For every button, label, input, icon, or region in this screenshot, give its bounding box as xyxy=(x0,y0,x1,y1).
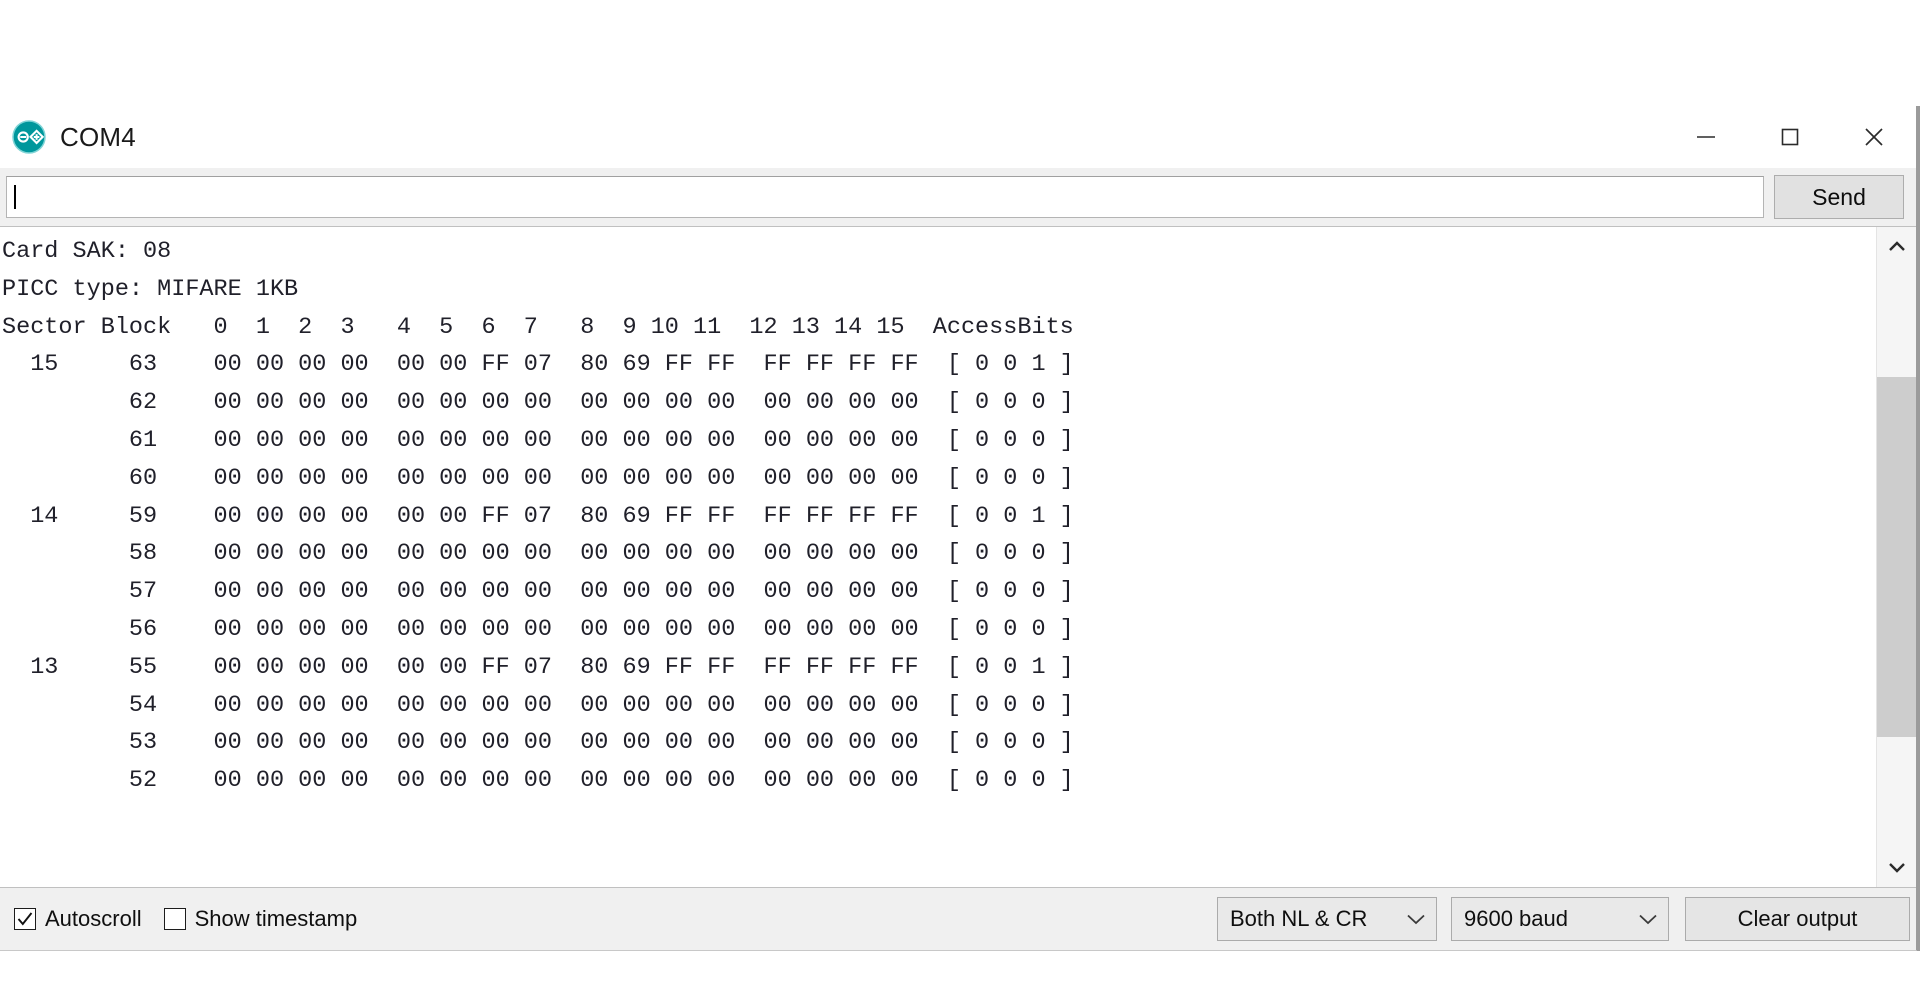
output-line: 61 00 00 00 00 00 00 00 00 00 00 00 00 0… xyxy=(2,426,1074,454)
chevron-down-icon xyxy=(1639,914,1657,925)
scroll-up-button[interactable] xyxy=(1877,227,1916,267)
window-title: COM4 xyxy=(60,121,136,152)
output-line: 14 59 00 00 00 00 00 00 FF 07 80 69 FF F… xyxy=(2,502,1074,530)
line-ending-value: Both NL & CR xyxy=(1230,906,1368,931)
checkmark-icon xyxy=(17,912,33,926)
output-line: 56 00 00 00 00 00 00 00 00 00 00 00 00 0… xyxy=(2,615,1074,643)
autoscroll-checkbox[interactable]: Autoscroll xyxy=(14,906,142,932)
output-line: Sector Block 0 1 2 3 4 5 6 7 8 9 10 11 1… xyxy=(2,313,1074,341)
status-bar: Autoscroll Show timestamp Both NL & CR 9… xyxy=(0,888,1916,950)
serial-monitor-window: COM4 Send Card SAK: 08 PICC type: MIFARE… xyxy=(0,106,1918,951)
chevron-down-icon xyxy=(1888,863,1905,873)
output-scrollbar[interactable] xyxy=(1876,227,1916,887)
baud-rate-select[interactable]: 9600 baud xyxy=(1451,897,1669,941)
scrollbar-thumb[interactable] xyxy=(1877,377,1916,737)
maximize-button[interactable] xyxy=(1748,106,1832,168)
close-button[interactable] xyxy=(1832,106,1916,168)
show-timestamp-checkbox-box[interactable] xyxy=(163,908,186,930)
serial-send-input[interactable] xyxy=(6,176,1764,218)
serial-output-text[interactable]: Card SAK: 08 PICC type: MIFARE 1KB Sector … xyxy=(0,227,1876,887)
close-icon xyxy=(1865,128,1883,146)
output-line: 53 00 00 00 00 00 00 00 00 00 00 00 00 0… xyxy=(2,729,1074,757)
autoscroll-label: Autoscroll xyxy=(45,906,142,931)
output-area: Card SAK: 08 PICC type: MIFARE 1KB Sector … xyxy=(0,226,1916,888)
output-line: 62 00 00 00 00 00 00 00 00 00 00 00 00 0… xyxy=(2,389,1074,417)
output-line: Card SAK: 08 xyxy=(2,238,172,265)
text-caret xyxy=(14,185,16,209)
show-timestamp-checkbox[interactable]: Show timestamp xyxy=(163,906,358,932)
chevron-up-icon xyxy=(1888,241,1905,251)
send-button[interactable]: Send xyxy=(1774,175,1904,219)
output-line: 57 00 00 00 00 00 00 00 00 00 00 00 00 0… xyxy=(2,578,1074,606)
output-line: 60 00 00 00 00 00 00 00 00 00 00 00 00 0… xyxy=(2,464,1074,492)
autoscroll-checkbox-box[interactable] xyxy=(14,908,36,930)
scrollbar-track[interactable] xyxy=(1877,267,1916,847)
show-timestamp-label: Show timestamp xyxy=(194,906,358,931)
output-line: 15 63 00 00 00 00 00 00 FF 07 80 69 FF F… xyxy=(2,351,1074,379)
send-bar: Send xyxy=(0,168,1916,226)
title-bar: COM4 xyxy=(0,106,1916,168)
maximize-icon xyxy=(1781,128,1799,146)
output-line: 54 00 00 00 00 00 00 00 00 00 00 00 00 0… xyxy=(2,691,1074,719)
arduino-logo-icon xyxy=(12,120,46,154)
minimize-button[interactable] xyxy=(1664,106,1748,168)
window-controls xyxy=(1664,106,1916,168)
minimize-icon xyxy=(1697,136,1715,138)
line-ending-select[interactable]: Both NL & CR xyxy=(1217,897,1437,941)
output-line: 58 00 00 00 00 00 00 00 00 00 00 00 00 0… xyxy=(2,540,1074,568)
chevron-down-icon xyxy=(1407,914,1425,925)
screen: COM4 Send Card SAK: 08 PICC type: MIFARE… xyxy=(0,0,1920,984)
scroll-down-button[interactable] xyxy=(1877,847,1916,887)
baud-rate-value: 9600 baud xyxy=(1464,906,1568,931)
clear-output-button[interactable]: Clear output xyxy=(1685,897,1910,941)
output-line: PICC type: MIFARE 1KB xyxy=(2,275,299,303)
output-line: 13 55 00 00 00 00 00 00 FF 07 80 69 FF F… xyxy=(2,653,1074,681)
output-line: 52 00 00 00 00 00 00 00 00 00 00 00 00 0… xyxy=(2,767,1074,795)
